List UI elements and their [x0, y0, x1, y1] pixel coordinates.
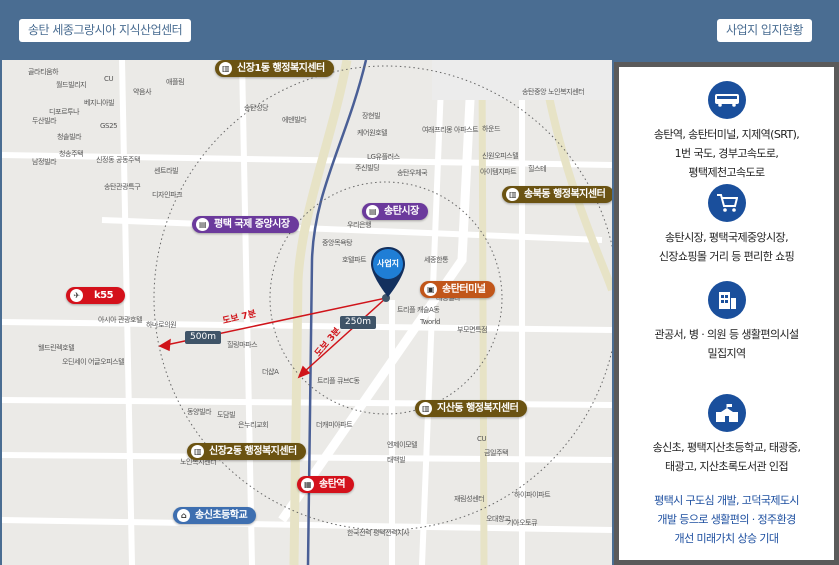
section-title-button[interactable]: 사업지 입지현황 — [717, 19, 813, 42]
summary-text: 평택시 구도심 개발, 고덕국제도시 개발 등으로 생활편의 · 정주환경 개선… — [654, 494, 799, 545]
map-place: 하운드 — [482, 125, 501, 133]
map-place: 청송주택 — [59, 150, 84, 158]
map-place: 주신빌딩 — [355, 164, 380, 172]
government-icon: ▥ — [419, 402, 432, 415]
map-place: 아이템지파트 — [480, 168, 517, 176]
government-icon: ▥ — [191, 445, 204, 458]
map-place: 우리은행 — [347, 221, 372, 229]
map-place: 센트라빌 — [154, 167, 179, 175]
location-map[interactable]: 골라티움하 월드빌리지 CU 약음사 애플림 베지니아빌 디포르투나 두산빌라 … — [2, 60, 612, 565]
map-place: 은누리교회 — [238, 421, 269, 429]
train-icon: ▦ — [301, 478, 314, 491]
map-place: 약음사 — [133, 88, 152, 96]
map-place: CU — [104, 75, 114, 83]
map-place: 송탄중앙 노인복지센터 — [522, 88, 585, 96]
map-place: 디자인파크 — [152, 191, 183, 199]
site-label: 사업지 — [373, 249, 403, 279]
map-place: 동양빌라 — [187, 408, 212, 416]
walk-route-near — [303, 297, 387, 373]
map-place: 신정동 공동주택 — [96, 156, 141, 164]
feature-schools: 송신초, 평택지산초등학교, 태광중, 태광고, 지산초록도서관 인접 — [619, 394, 834, 476]
map-place: 송탄관광특구 — [104, 183, 141, 191]
map-place: 힐스테 — [528, 165, 547, 173]
map-place: 도담빌 — [217, 411, 236, 419]
map-place: 베지니아빌 — [84, 99, 115, 107]
project-title-button[interactable]: 송탄 세종그랑시아 지식산업센터 — [19, 19, 192, 42]
map-place: GS25 — [100, 122, 118, 130]
poi-songbuk-community-center[interactable]: ▥ 송북동 행정복지센터 — [502, 186, 612, 203]
school-icon: ⌂ — [177, 509, 190, 522]
airplane-icon: ✈ — [70, 289, 83, 302]
poi-songtan-station[interactable]: ▦ 송탄역 — [297, 476, 355, 493]
map-place: 재림성센터 — [454, 495, 485, 503]
map-place: 장현빌 — [362, 112, 381, 120]
map-place: CU — [477, 435, 487, 443]
poi-songtan-terminal[interactable]: ▣ 송탄터미널 — [420, 281, 495, 298]
map-place: 세종한통 — [424, 256, 449, 264]
map-place: 하이파이파트 — [514, 491, 551, 499]
map-place: 애플림 — [166, 78, 185, 86]
government-icon: ▥ — [219, 62, 232, 75]
map-place: 골라티움하 — [28, 68, 59, 76]
poi-sinjang1-community-center[interactable]: ▥ 신장1동 행정복지센터 — [215, 60, 334, 77]
map-place: 트리플 큐브C동 — [317, 377, 360, 385]
map-place: 호텔파트 — [342, 256, 367, 264]
map-place: 월드빌리지 — [56, 81, 87, 89]
map-place: 송탄성당 — [244, 104, 269, 112]
market-icon: ▤ — [366, 205, 379, 218]
poi-k55[interactable]: ✈ k55 — [66, 287, 126, 304]
map-place: 중앙목욕탕 — [322, 239, 353, 247]
distance-500m-label: 500m — [185, 331, 221, 344]
map-place: 태백빌 — [387, 456, 406, 464]
map-place: 신원오피스텔 — [482, 152, 519, 160]
building-icon — [707, 281, 746, 319]
map-place: Tworld — [420, 318, 440, 326]
poi-songtan-market[interactable]: ▤ 송탄시장 — [362, 203, 428, 220]
poi-songsin-elementary[interactable]: ⌂ 송신초등학교 — [173, 507, 257, 524]
header-bar: 송탄 세종그랑시아 지식산업센터 사업지 입지현황 — [0, 0, 839, 60]
map-place: 청솔빌라 — [57, 133, 82, 141]
map-place: 한국전력 평택전력지사 — [347, 529, 410, 537]
feature-transport: 송탄역, 송탄터미널, 지제역(SRT), 1번 국도, 경부고속도로, 평택제… — [619, 81, 834, 182]
bus-icon: ▣ — [424, 283, 437, 296]
map-place: 여래프리몽 아파스트 — [422, 126, 479, 134]
map-place: 두산빌라 — [32, 117, 57, 125]
market-icon: ▤ — [196, 218, 209, 231]
feature-shopping: 송탄시장, 평택국제중앙시장, 신장쇼핑몰 거리 등 편리한 쇼핑 — [619, 184, 834, 266]
poi-jisan-community-center[interactable]: ▥ 지산동 행정복지센터 — [415, 400, 528, 417]
location-summary-panel: 송탄역, 송탄터미널, 지제역(SRT), 1번 국도, 경부고속도로, 평택제… — [614, 62, 839, 565]
feature-facilities: 관공서, 병 · 의원 등 생활편의시설 밀집지역 — [619, 281, 834, 363]
site-location-pin[interactable]: 사업지 — [370, 246, 406, 298]
shopping-cart-icon — [707, 184, 746, 222]
distance-250m-label: 250m — [340, 316, 376, 329]
map-place: 트리플 캐슬A동 — [397, 306, 440, 314]
map-place: LG유플러스 — [367, 153, 400, 161]
map-place: 기아오토큐 — [507, 519, 538, 527]
map-place: 남정빌라 — [32, 158, 57, 166]
map-place: 송탄우체국 — [397, 169, 428, 177]
school-icon — [707, 394, 746, 432]
bus-icon — [707, 81, 746, 119]
map-place: 금일주택 — [484, 449, 509, 457]
map-place: 더캐미아파트 — [316, 421, 353, 429]
map-place: 웰드린렉호텔 — [38, 344, 75, 352]
map-place: 부모면특점 — [457, 326, 488, 334]
government-icon: ▥ — [506, 188, 519, 201]
map-place: 더샵A — [262, 368, 279, 376]
map-place: 하나로의원 — [146, 321, 177, 329]
map-place: 엔제이모텔 — [387, 441, 418, 449]
map-place: 오딘세이 어글오피스텔 — [62, 358, 125, 366]
map-place: 힐링마파스 — [227, 341, 258, 349]
map-place: 아시아 관광호텔 — [98, 316, 143, 324]
poi-sinjang2-community-center[interactable]: ▥ 신장2동 행정복지센터 — [187, 443, 306, 460]
map-place: 에덴빌라 — [282, 116, 307, 124]
poi-pyeongtaek-international-market[interactable]: ▤ 평택 국제 중앙시장 — [192, 216, 299, 233]
map-place: 케어원호텔 — [357, 129, 388, 137]
